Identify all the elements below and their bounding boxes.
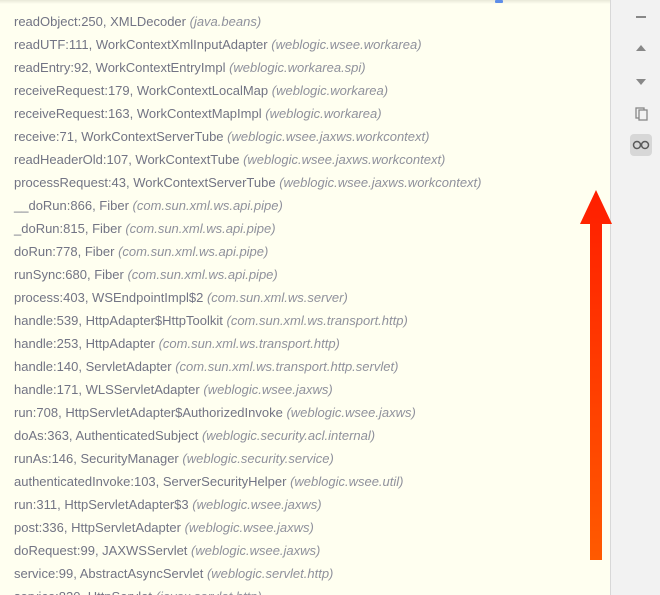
stack-frame[interactable]: readUTF:111, WorkContextXmlInputAdapter … [14,33,610,56]
stack-frame[interactable]: run:311, HttpServletAdapter$3 (weblogic.… [14,493,610,516]
stack-method: __doRun:866, Fiber [14,198,129,213]
stack-package: (weblogic.workarea) [265,106,381,121]
stack-frame[interactable]: readEntry:92, WorkContextEntryImpl (webl… [14,56,610,79]
stack-package: (weblogic.wsee.jaxws) [191,543,320,558]
stack-package: (weblogic.security.service) [182,451,333,466]
stack-frame[interactable]: handle:171, WLSServletAdapter (weblogic.… [14,378,610,401]
stack-method: receiveRequest:179, WorkContextLocalMap [14,83,268,98]
stack-package: (weblogic.wsee.jaxws) [185,520,314,535]
copy-icon[interactable] [630,102,652,124]
stack-frame[interactable]: process:403, WSEndpointImpl$2 (com.sun.x… [14,286,610,309]
stack-package: (weblogic.wsee.workarea) [271,37,421,52]
stack-method: handle:140, ServletAdapter [14,359,172,374]
stack-method: readObject:250, XMLDecoder [14,14,186,29]
stack-package: (weblogic.security.acl.internal) [202,428,375,443]
stack-package: (weblogic.wsee.jaxws) [192,497,321,512]
stack-package: (weblogic.workarea.spi) [229,60,366,75]
stack-frame[interactable]: doRequest:99, JAXWSServlet (weblogic.wse… [14,539,610,562]
stack-package: (com.sun.xml.ws.transport.http) [159,336,340,351]
stack-method: doAs:363, AuthenticatedSubject [14,428,198,443]
stack-frame[interactable]: receiveRequest:163, WorkContextMapImpl (… [14,102,610,125]
stack-frame[interactable]: post:336, HttpServletAdapter (weblogic.w… [14,516,610,539]
stack-package: (com.sun.xml.ws.api.pipe) [127,267,277,282]
stack-method: run:311, HttpServletAdapter$3 [14,497,189,512]
stack-package: (com.sun.xml.ws.transport.http.servlet) [175,359,398,374]
stack-frame[interactable]: __doRun:866, Fiber (com.sun.xml.ws.api.p… [14,194,610,217]
stack-frame[interactable]: handle:539, HttpAdapter$HttpToolkit (com… [14,309,610,332]
stack-method: service:99, AbstractAsyncServlet [14,566,203,581]
stack-package: (weblogic.wsee.jaxws.workcontext) [243,152,445,167]
stack-method: doRun:778, Fiber [14,244,114,259]
stack-method: service:820, HttpServlet [14,589,152,595]
stack-package: (weblogic.wsee.jaxws) [286,405,415,420]
stack-package: (java.beans) [190,14,262,29]
stack-frame[interactable]: service:99, AbstractAsyncServlet (weblog… [14,562,610,585]
stacktrace-list: readObject:250, XMLDecoder (java.beans)r… [14,10,610,595]
right-gutter [610,0,660,595]
stack-method: processRequest:43, WorkContextServerTube [14,175,276,190]
panel-marker [495,0,503,3]
stack-method: run:708, HttpServletAdapter$AuthorizedIn… [14,405,283,420]
stack-package: (javax.servlet.http) [156,589,262,595]
stack-package: (weblogic.workarea) [272,83,388,98]
stack-method: _doRun:815, Fiber [14,221,122,236]
stack-package: (weblogic.wsee.jaxws.workcontext) [279,175,481,190]
stack-package: (weblogic.servlet.http) [207,566,333,581]
stack-frame[interactable]: receive:71, WorkContextServerTube (weblo… [14,125,610,148]
stack-method: readHeaderOld:107, WorkContextTube [14,152,239,167]
stack-method: doRequest:99, JAXWSServlet [14,543,187,558]
stack-frame[interactable]: readHeaderOld:107, WorkContextTube (webl… [14,148,610,171]
stack-frame[interactable]: doRun:778, Fiber (com.sun.xml.ws.api.pip… [14,240,610,263]
stack-package: (com.sun.xml.ws.server) [207,290,348,305]
stack-method: readEntry:92, WorkContextEntryImpl [14,60,225,75]
stack-frame[interactable]: run:708, HttpServletAdapter$AuthorizedIn… [14,401,610,424]
stack-package: (com.sun.xml.ws.transport.http) [226,313,407,328]
stack-frame[interactable]: receiveRequest:179, WorkContextLocalMap … [14,79,610,102]
stack-method: handle:539, HttpAdapter$HttpToolkit [14,313,223,328]
stack-package: (weblogic.wsee.util) [290,474,403,489]
stack-package: (com.sun.xml.ws.api.pipe) [118,244,268,259]
stack-method: receive:71, WorkContextServerTube [14,129,224,144]
stack-package: (weblogic.wsee.jaxws) [203,382,332,397]
stack-frame[interactable]: readObject:250, XMLDecoder (java.beans) [14,10,610,33]
stack-method: runAs:146, SecurityManager [14,451,179,466]
stack-method: authenticatedInvoke:103, ServerSecurityH… [14,474,286,489]
stack-method: process:403, WSEndpointImpl$2 [14,290,203,305]
stack-frame[interactable]: processRequest:43, WorkContextServerTube… [14,171,610,194]
stack-method: readUTF:111, WorkContextXmlInputAdapter [14,37,268,52]
stack-method: post:336, HttpServletAdapter [14,520,181,535]
tool-column [628,0,654,156]
stack-frame[interactable]: authenticatedInvoke:103, ServerSecurityH… [14,470,610,493]
stack-method: handle:253, HttpAdapter [14,336,155,351]
stack-package: (com.sun.xml.ws.api.pipe) [125,221,275,236]
stack-frame[interactable]: handle:253, HttpAdapter (com.sun.xml.ws.… [14,332,610,355]
stack-frame[interactable]: runAs:146, SecurityManager (weblogic.sec… [14,447,610,470]
stack-frame[interactable]: runSync:680, Fiber (com.sun.xml.ws.api.p… [14,263,610,286]
glasses-icon[interactable] [630,134,652,156]
stack-method: runSync:680, Fiber [14,267,124,282]
minimize-icon[interactable] [630,6,652,28]
stack-frame[interactable]: handle:140, ServletAdapter (com.sun.xml.… [14,355,610,378]
stack-frame[interactable]: _doRun:815, Fiber (com.sun.xml.ws.api.pi… [14,217,610,240]
stacktrace-panel: readObject:250, XMLDecoder (java.beans)r… [0,0,610,595]
stack-frame[interactable]: service:820, HttpServlet (javax.servlet.… [14,585,610,595]
stack-method: receiveRequest:163, WorkContextMapImpl [14,106,262,121]
arrow-down-icon[interactable] [630,70,652,92]
arrow-up-icon[interactable] [630,38,652,60]
stack-package: (weblogic.wsee.jaxws.workcontext) [227,129,429,144]
stack-method: handle:171, WLSServletAdapter [14,382,200,397]
panel-top-divider [0,0,610,4]
stack-frame[interactable]: doAs:363, AuthenticatedSubject (weblogic… [14,424,610,447]
stack-package: (com.sun.xml.ws.api.pipe) [133,198,283,213]
